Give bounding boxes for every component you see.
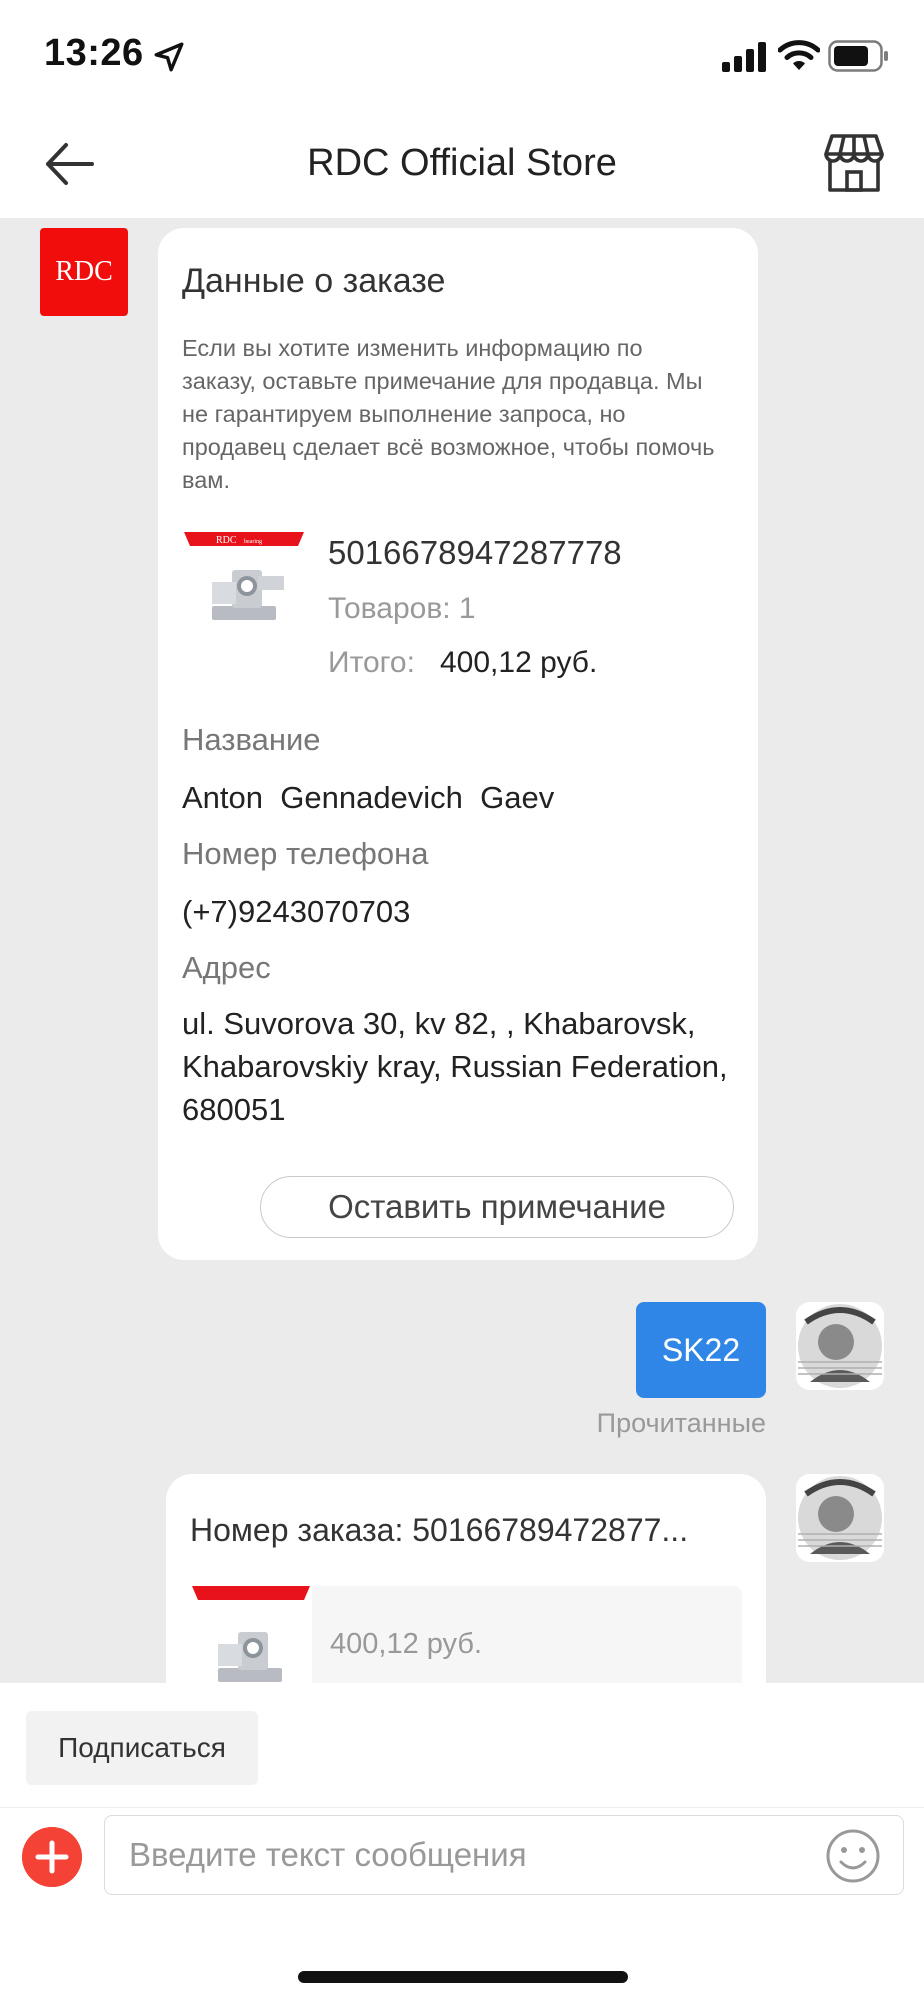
- subscribe-button[interactable]: Подписаться: [26, 1711, 258, 1785]
- cellular-signal-icon: [722, 42, 766, 72]
- seller-avatar[interactable]: RDC: [40, 228, 128, 316]
- store-icon[interactable]: [822, 132, 886, 194]
- user-avatar[interactable]: [796, 1302, 884, 1390]
- bottom-panel: Подписаться Введите текст сообщения: [0, 1683, 924, 2000]
- user-avatar[interactable]: [796, 1474, 884, 1562]
- order-summary-item[interactable]: 400,12 руб.: [190, 1586, 742, 1683]
- order-details-card: Данные о заказе Если вы хотите изменить …: [158, 228, 758, 1260]
- leave-note-button[interactable]: Оставить примечание: [260, 1176, 734, 1238]
- total-label: Итого:: [328, 646, 415, 679]
- wifi-icon: [778, 40, 820, 70]
- message-input-placeholder: Введите текст сообщения: [129, 1836, 527, 1873]
- status-time: 13:26: [44, 32, 144, 74]
- order-card-note: Если вы хотите изменить информацию по за…: [182, 335, 715, 493]
- chat-area[interactable]: RDC Данные о заказе Если вы хотите измен…: [0, 218, 924, 1683]
- product-thumbnail: [190, 1586, 312, 1683]
- address-label: Адрес: [182, 950, 271, 985]
- plus-icon[interactable]: [22, 1827, 82, 1887]
- address-value: ul. Suvorova 30, kv 82, , Khabarovsk, Kh…: [182, 1006, 728, 1127]
- product-brand-sub-text: bearing: [244, 539, 262, 545]
- phone-value: (+7)9243070703: [182, 894, 411, 929]
- order-summary-title: Номер заказа: 50166789472877...: [190, 1512, 689, 1548]
- status-bar: 13:26: [0, 0, 924, 110]
- order-summary-card[interactable]: Номер заказа: 50166789472877... 400,12 р…: [166, 1474, 766, 1683]
- location-arrow-icon: [154, 42, 184, 72]
- emoji-icon[interactable]: [825, 1828, 881, 1884]
- divider: [0, 1807, 924, 1808]
- home-indicator: [298, 1971, 628, 1983]
- total-value: 400,12 руб.: [440, 646, 598, 679]
- read-status: Прочитанные: [596, 1408, 766, 1438]
- nav-bar: RDC Official Store: [0, 110, 924, 218]
- product-brand-text: RDC: [216, 535, 237, 546]
- phone-label: Номер телефона: [182, 836, 429, 871]
- order-card-title: Данные о заказе: [182, 262, 446, 300]
- user-message-bubble[interactable]: SK22: [636, 1302, 766, 1398]
- message-input[interactable]: Введите текст сообщения: [104, 1815, 904, 1895]
- order-summary-price: 400,12 руб.: [330, 1628, 483, 1660]
- name-value: Anton Gennadevich Gaev: [182, 780, 555, 815]
- order-number[interactable]: 5016678947287778: [328, 534, 622, 572]
- product-thumbnail[interactable]: RDC bearing: [182, 532, 306, 656]
- items-count: Товаров: 1: [328, 592, 476, 625]
- battery-icon: [828, 40, 888, 72]
- store-title: RDC Official Store: [307, 142, 617, 184]
- name-label: Название: [182, 722, 321, 757]
